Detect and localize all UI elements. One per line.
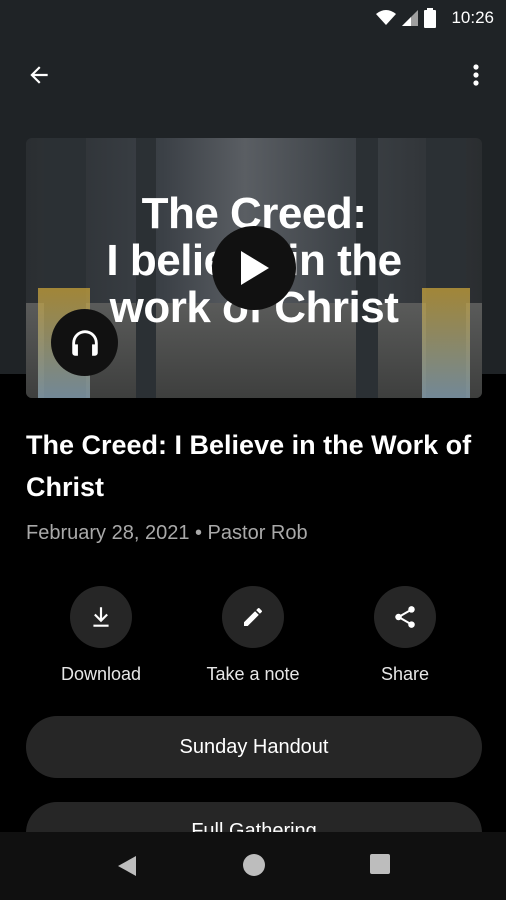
arrow-left-icon [30,66,48,84]
audio-button[interactable] [51,309,118,376]
status-icons [376,8,436,33]
sunday-handout-button[interactable]: Sunday Handout [26,716,482,778]
download-icon [93,607,109,627]
sermon-meta: February 28, 2021 • Pastor Rob [26,522,308,544]
download-circle[interactable] [70,586,132,648]
headphones-icon [71,329,98,356]
share-icon [395,606,415,628]
take-note-button[interactable]: Take a note [193,586,313,685]
take-note-label: Take a note [206,664,300,684]
system-navigation-bar [0,832,506,900]
share-label: Share [380,664,430,684]
nav-home-button[interactable] [243,854,265,876]
share-circle[interactable] [374,586,436,648]
clock: 10:26 [451,8,494,27]
nav-recents-button[interactable] [370,854,390,874]
more-vert-icon [473,64,479,86]
back-button[interactable] [22,58,56,92]
download-label: Download [60,664,142,684]
status-bar: 10:26 [0,0,506,36]
overflow-menu-button[interactable] [466,58,486,92]
pencil-icon [244,608,262,626]
share-button[interactable]: Share [345,586,465,685]
battery-icon [424,8,436,33]
play-icon [241,251,269,285]
wifi-icon [376,10,396,31]
triangle-back-icon [118,856,136,876]
signal-icon [402,10,418,31]
sermon-title: The Creed: I Believe in the Work of Chri… [26,430,472,502]
nav-back-button[interactable] [116,854,138,883]
download-button[interactable]: Download [41,586,161,685]
take-note-circle[interactable] [222,586,284,648]
play-button[interactable] [212,226,296,310]
